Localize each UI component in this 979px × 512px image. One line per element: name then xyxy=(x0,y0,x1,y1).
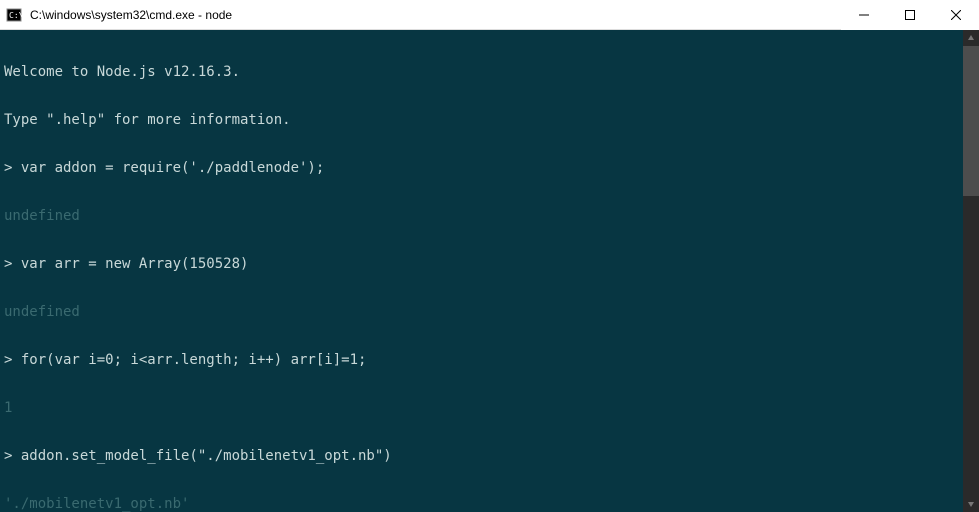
window-controls xyxy=(841,0,979,30)
close-button[interactable] xyxy=(933,0,979,30)
terminal-line: 1 xyxy=(4,400,975,416)
window-titlebar: C:\ C:\windows\system32\cmd.exe - node xyxy=(0,0,979,30)
terminal-line: undefined xyxy=(4,304,975,320)
scrollbar[interactable] xyxy=(963,30,979,512)
terminal-line: Welcome to Node.js v12.16.3. xyxy=(4,64,975,80)
window-title: C:\windows\system32\cmd.exe - node xyxy=(28,8,841,22)
scroll-up-arrow[interactable] xyxy=(963,30,979,46)
scroll-thumb[interactable] xyxy=(963,46,979,196)
scroll-down-arrow[interactable] xyxy=(963,496,979,512)
terminal-line: './mobilenetv1_opt.nb' xyxy=(4,496,975,512)
terminal-line: > var arr = new Array(150528) xyxy=(4,256,975,272)
terminal-line: undefined xyxy=(4,208,975,224)
terminal-area[interactable]: Welcome to Node.js v12.16.3. Type ".help… xyxy=(0,30,979,512)
terminal-line: > var addon = require('./paddlenode'); xyxy=(4,160,975,176)
svg-text:C:\: C:\ xyxy=(9,11,22,20)
app-icon: C:\ xyxy=(6,7,22,23)
terminal-line: Type ".help" for more information. xyxy=(4,112,975,128)
terminal-line: > for(var i=0; i<arr.length; i++) arr[i]… xyxy=(4,352,975,368)
terminal-line: > addon.set_model_file("./mobilenetv1_op… xyxy=(4,448,975,464)
minimize-button[interactable] xyxy=(841,0,887,30)
maximize-button[interactable] xyxy=(887,0,933,30)
